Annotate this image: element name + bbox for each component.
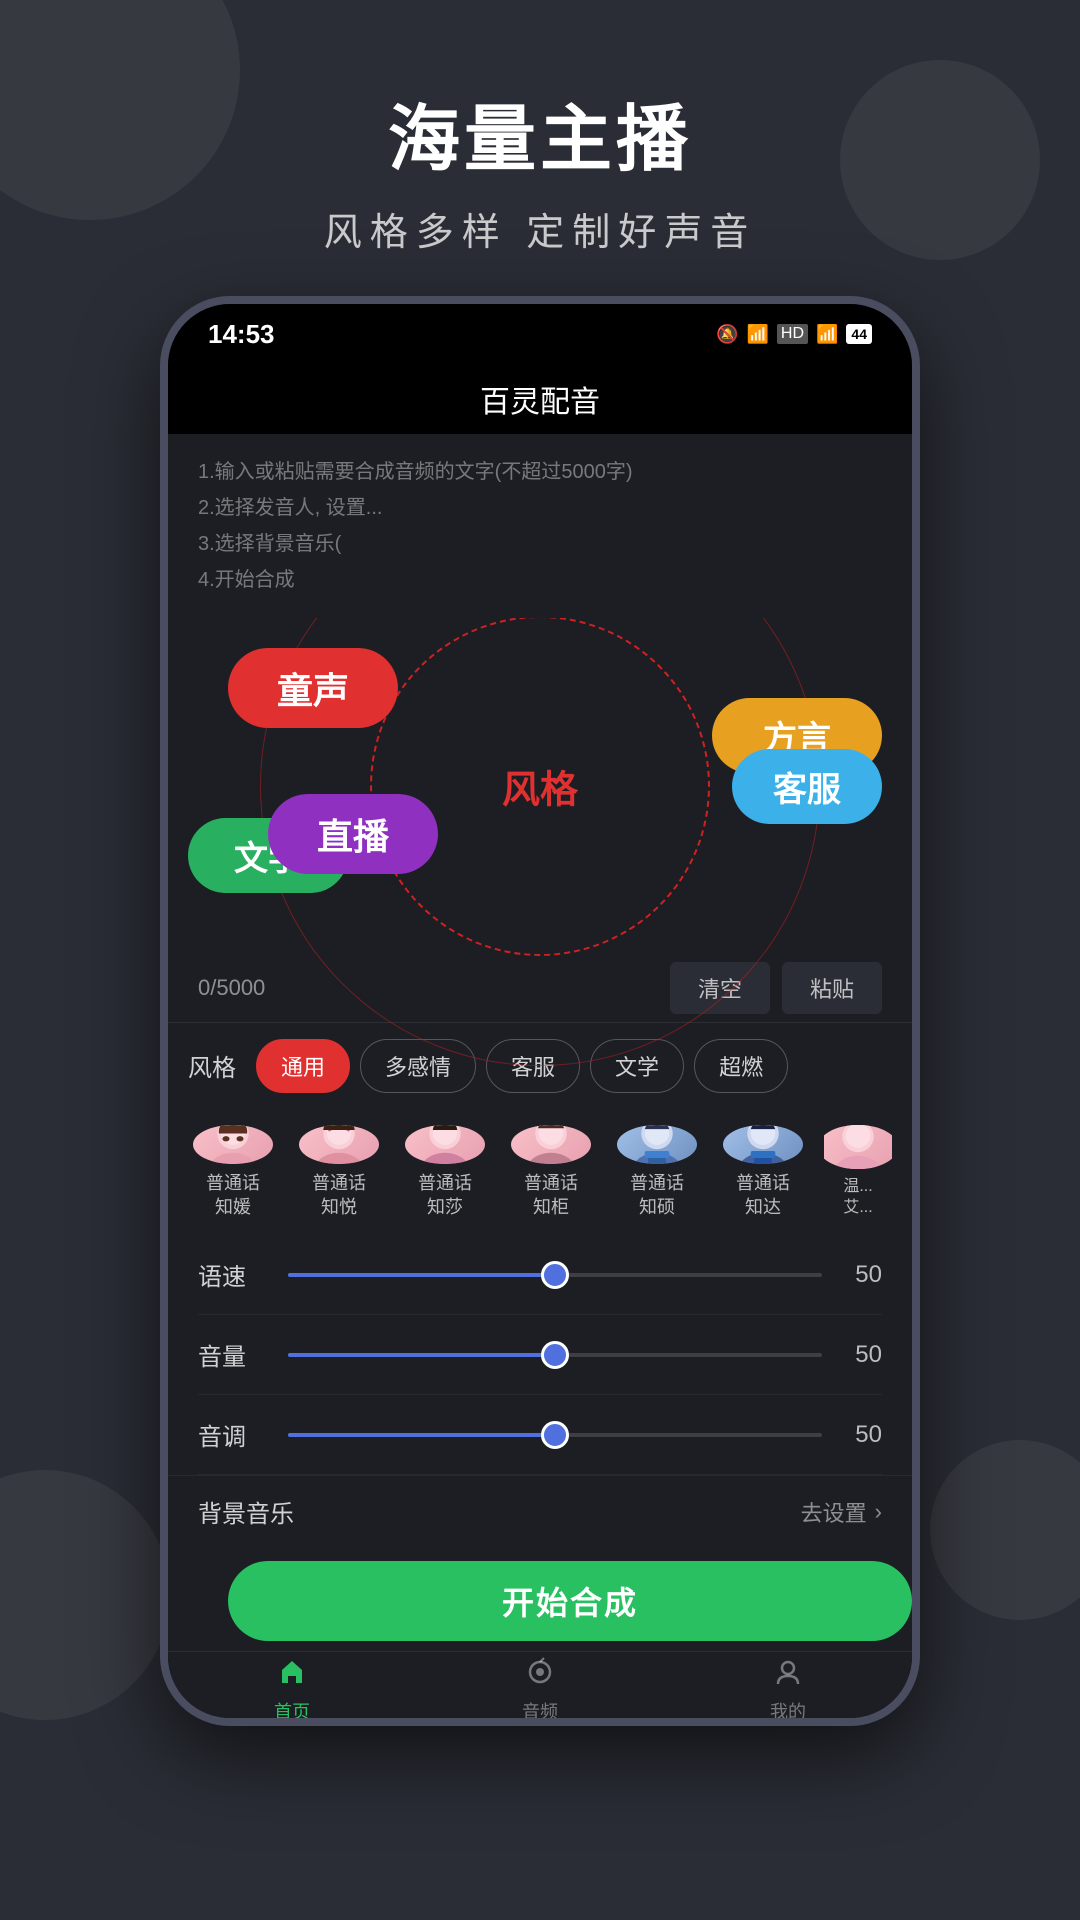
slider-value-speed: 50 [842,1261,882,1289]
counter-value: 0/5000 [198,975,265,1001]
slider-section: 语速 50 音量 50 音调 [168,1235,912,1475]
instructions-text: 1.输入或粘贴需要合成音频的文字(不超过5000字) 2.选择发音人, 设置..… [198,454,882,598]
voice-item-zhifu[interactable]: 普通话知柜 [506,1125,596,1219]
voice-name-zhisha: 普通话知莎 [418,1172,472,1219]
home-icon [272,1652,312,1692]
slider-label-volume: 音量 [198,1337,268,1372]
slider-row-pitch: 音调 50 [198,1395,882,1475]
battery-icon: 44 [846,324,872,344]
style-wheel-area[interactable]: 风格 童声 方言 文学 客服 直播 [168,618,912,954]
slider-row-volume: 音量 50 [198,1315,882,1395]
nav-label-mine: 我的 [770,1698,806,1724]
slider-fill-speed [288,1273,555,1277]
voice-avatar-zhishuo [617,1125,697,1164]
voice-name-partial: 温...艾... [843,1177,872,1219]
voice-avatars-row[interactable]: 普通话知媛 普通话知悦 [168,1109,912,1235]
voice-name-zhiyuan: 普通话知媛 [206,1172,260,1219]
voice-avatar-zhisha [405,1125,485,1164]
nav-item-audio[interactable]: 音频 [520,1652,560,1724]
slider-track-volume[interactable] [288,1353,822,1357]
voice-avatar-partial [824,1125,892,1170]
app-header: 百灵配音 [168,364,912,434]
start-synthesis-button[interactable]: 开始合成 [228,1561,912,1641]
chevron-right-icon: › [875,1499,882,1525]
slider-label-pitch: 音调 [198,1417,268,1452]
start-button-label: 开始合成 [502,1578,638,1624]
voice-name-zhifu: 普通话知柜 [524,1172,578,1219]
voice-avatar-zhiyuan [193,1125,273,1164]
voice-avatar-zhiyue [299,1125,379,1164]
slider-fill-volume [288,1353,555,1357]
status-icons: 🔕 📶 HD 📶 44 [716,324,872,345]
voice-item-partial[interactable]: 温...艾... [824,1125,892,1219]
status-time: 14:53 [208,319,275,350]
app-content: 1.输入或粘贴需要合成音频的文字(不超过5000字) 2.选择发音人, 设置..… [168,434,912,1726]
style-filter-label: 风格 [188,1048,236,1083]
nav-item-mine[interactable]: 我的 [768,1652,808,1724]
wifi-icon: 📶 [746,324,768,345]
paste-button[interactable]: 粘贴 [782,962,882,1014]
filter-chip-tongyong[interactable]: 通用 [256,1039,350,1093]
voice-name-zhishuo: 普通话知硕 [630,1172,684,1219]
mine-icon [768,1652,808,1692]
voice-avatar-zhifu [511,1125,591,1164]
voice-name-zhiyue: 普通话知悦 [312,1172,366,1219]
page-title: 海量主播 [324,80,757,185]
voice-item-zhida[interactable]: 普通话知达 [718,1125,808,1219]
filter-chip-chao[interactable]: 超燃 [694,1039,788,1093]
audio-icon [520,1652,560,1692]
slider-row-speed: 语速 50 [198,1235,882,1315]
app-title-text: 百灵配音 [480,377,600,421]
slider-thumb-pitch[interactable] [541,1421,569,1449]
bg-music-row[interactable]: 背景音乐 去设置 › [168,1475,912,1547]
bubble-tongsheng[interactable]: 童声 [228,648,398,728]
slider-track-speed[interactable] [288,1273,822,1277]
page-subtitle: 风格多样 定制好声音 [324,201,757,256]
slider-thumb-speed[interactable] [541,1261,569,1289]
status-bar: 14:53 🔕 📶 HD 📶 44 [168,304,912,364]
voice-item-zhisha[interactable]: 普通话知莎 [400,1125,490,1219]
signal-icon: 📶 [816,324,838,345]
slider-label-speed: 语速 [198,1257,268,1292]
nav-label-audio: 音频 [522,1698,558,1724]
slider-thumb-volume[interactable] [541,1341,569,1369]
voice-item-zhiyue[interactable]: 普通话知悦 [294,1125,384,1219]
style-center-label: 风格 [502,758,578,813]
slider-fill-pitch [288,1433,555,1437]
instructions-area: 1.输入或粘贴需要合成音频的文字(不超过5000字) 2.选择发音人, 设置..… [168,434,912,618]
nav-label-home: 首页 [274,1698,310,1724]
voice-item-zhiyuan[interactable]: 普通话知媛 [188,1125,278,1219]
slider-track-pitch[interactable] [288,1433,822,1437]
voice-avatar-zhida [723,1125,803,1164]
nav-item-home[interactable]: 首页 [272,1652,312,1724]
page-header: 海量主播 风格多样 定制好声音 [324,0,757,296]
bg-music-action[interactable]: 去设置 › [801,1496,882,1528]
slider-value-pitch: 50 [842,1421,882,1449]
voice-item-zhishuo[interactable]: 普通话知硕 [612,1125,702,1219]
bubble-kefou[interactable]: 客服 [732,749,882,824]
slider-value-volume: 50 [842,1341,882,1369]
bg-music-label: 背景音乐 [198,1494,294,1529]
hd-icon: HD [777,324,808,344]
bottom-nav: 首页 音频 我的 [168,1651,912,1726]
voice-name-zhida: 普通话知达 [736,1172,790,1219]
mute-icon: 🔕 [716,324,738,345]
bubble-zhibo[interactable]: 直播 [268,794,438,874]
phone-mockup: 14:53 🔕 📶 HD 📶 44 百灵配音 1.输入或粘贴需要合成音频的文字(… [160,296,920,1726]
